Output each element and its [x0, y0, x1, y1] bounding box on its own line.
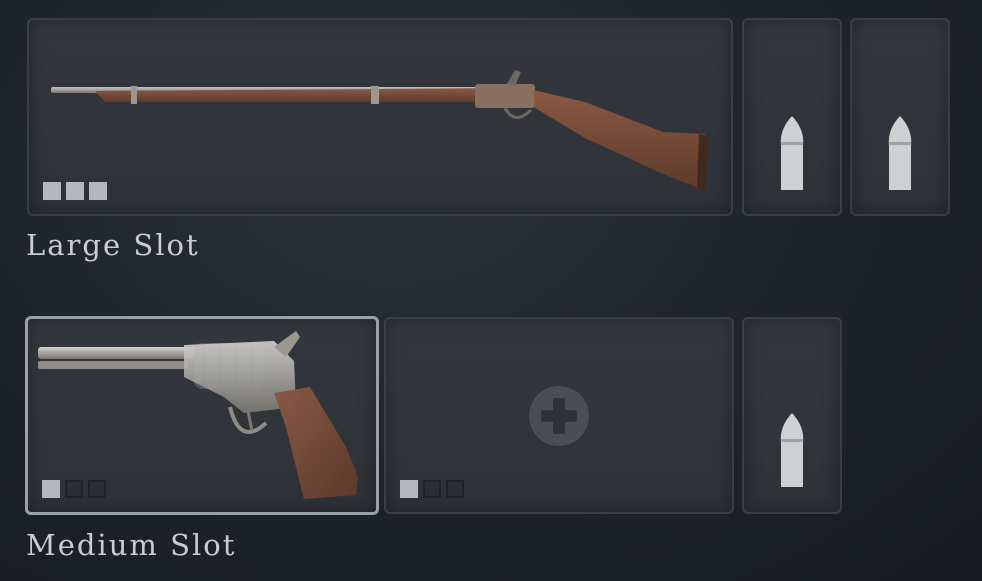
rarity-pips [400, 480, 464, 498]
rarity-pips [42, 480, 106, 498]
large-ammo-slot-1[interactable] [742, 18, 842, 216]
rarity-pip [65, 480, 83, 498]
bullet-icon [780, 116, 804, 190]
rarity-pip [42, 480, 60, 498]
bullet-icon [780, 413, 804, 487]
plus-icon [529, 385, 589, 446]
rarity-pip [43, 182, 61, 200]
large-ammo-slot-2[interactable] [850, 18, 950, 216]
large-slot-label: Large Slot [26, 228, 200, 262]
bullet-icon [888, 116, 912, 190]
medium-empty-slot[interactable] [384, 317, 734, 514]
large-weapon-slot[interactable] [27, 18, 733, 216]
rarity-pip [400, 480, 418, 498]
rarity-pips [43, 182, 107, 200]
rarity-pip [89, 182, 107, 200]
medium-ammo-slot-1[interactable] [742, 317, 842, 514]
rifle-icon [51, 70, 709, 191]
rarity-pip [66, 182, 84, 200]
medium-slot-label: Medium Slot [26, 528, 237, 562]
rarity-pip [88, 480, 106, 498]
rarity-pip [446, 480, 464, 498]
medium-weapon-slot[interactable] [25, 316, 379, 515]
rarity-pip [423, 480, 441, 498]
